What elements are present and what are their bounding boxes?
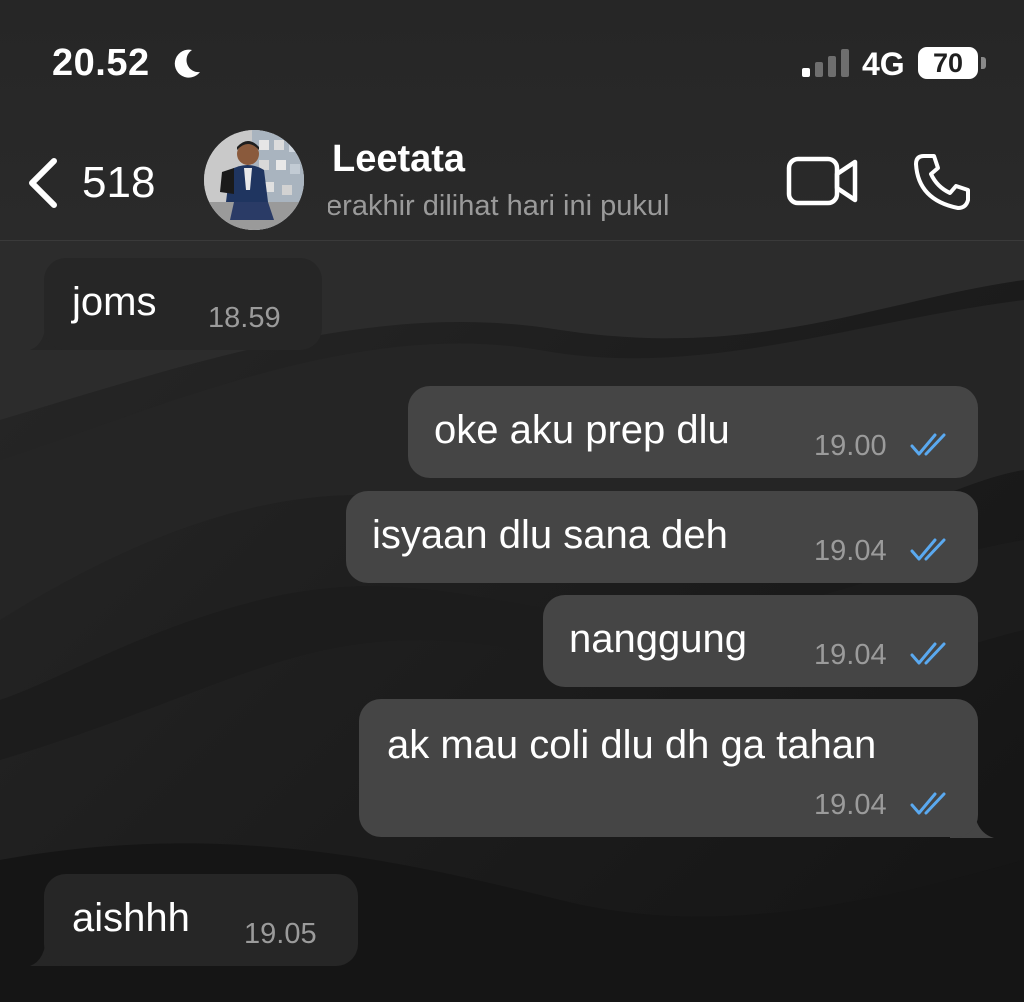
phone-icon[interactable] <box>910 150 974 214</box>
message-bubble-outgoing[interactable]: oke aku prep dlu 19.00 <box>408 386 978 478</box>
unread-count: 518 <box>82 158 156 207</box>
avatar-photo <box>204 130 304 230</box>
message-time: 19.04 <box>814 535 887 567</box>
signal-icon <box>802 49 849 77</box>
message-time: 19.00 <box>814 430 887 462</box>
message-bubble-outgoing[interactable]: ak mau coli dlu dh ga tahan 19.04 <box>359 699 978 837</box>
message-time: 19.05 <box>244 918 317 950</box>
message-text: joms <box>72 280 157 324</box>
contact-name[interactable]: Leetata <box>332 138 465 181</box>
moon-icon <box>174 49 200 78</box>
chevron-left-icon <box>29 158 57 208</box>
message-text: oke aku prep dlu <box>434 408 730 452</box>
battery-level: 70 <box>932 47 964 78</box>
double-check-icon <box>910 538 946 561</box>
message-time: 19.04 <box>814 639 887 671</box>
last-seen-status: terakhir dilihat hari ini pukul <box>328 190 690 226</box>
message-text: isyaan dlu sana deh <box>372 513 728 557</box>
double-check-icon <box>910 792 946 815</box>
last-seen-text: terakhir dilihat hari ini pukul <box>328 190 670 222</box>
back-button[interactable]: 518 <box>18 145 168 221</box>
message-time: 18.59 <box>208 302 281 334</box>
network-label: 4G <box>862 46 905 82</box>
video-camera-icon[interactable] <box>785 152 861 210</box>
message-text: aishhh <box>72 896 190 940</box>
message-bubble-outgoing[interactable]: isyaan dlu sana deh 19.04 <box>346 491 978 583</box>
avatar[interactable] <box>204 130 304 230</box>
message-time: 19.04 <box>814 789 887 821</box>
message-bubble-outgoing[interactable]: nanggung 19.04 <box>543 595 978 687</box>
message-text: ak mau coli dlu dh ga tahan <box>387 723 877 767</box>
message-bubble-incoming[interactable]: aishhh 19.05 <box>44 874 358 966</box>
status-time: 20.52 <box>52 42 150 84</box>
message-text: nanggung <box>569 617 747 661</box>
battery-indicator: 70 <box>918 47 978 79</box>
double-check-icon <box>910 642 946 665</box>
double-check-icon <box>910 433 946 456</box>
battery-tip <box>981 57 986 69</box>
message-bubble-incoming[interactable]: joms 18.59 <box>44 258 322 350</box>
